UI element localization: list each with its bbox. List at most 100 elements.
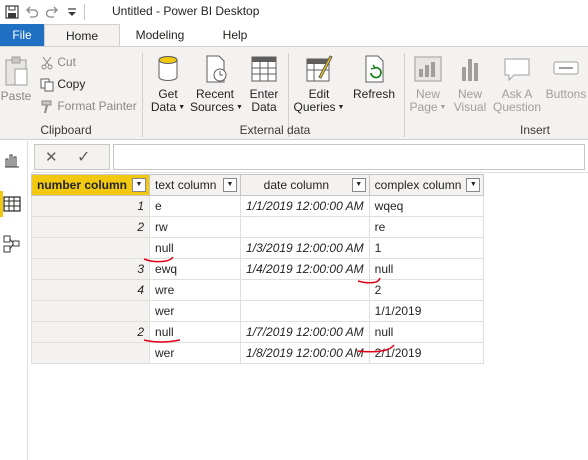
column-header-label: date column bbox=[263, 178, 330, 192]
number-cell[interactable] bbox=[30, 342, 151, 364]
refresh-button[interactable]: Refresh bbox=[350, 53, 398, 101]
title-separator bbox=[84, 4, 85, 20]
group-separator bbox=[142, 53, 143, 137]
model-view-icon[interactable] bbox=[3, 235, 21, 253]
table-row: 3 ewq 1/4/2019 12:00:00 AM null bbox=[30, 258, 485, 280]
clipboard-group-label: Clipboard bbox=[40, 123, 92, 137]
database-icon bbox=[158, 56, 178, 81]
number-cell[interactable]: 1 bbox=[30, 195, 151, 217]
title-bar: Untitled - Power BI Desktop bbox=[0, 0, 588, 24]
number-cell[interactable]: 4 bbox=[30, 279, 151, 301]
annotation-underline bbox=[357, 277, 381, 284]
number-cell[interactable] bbox=[30, 237, 151, 259]
save-icon[interactable] bbox=[4, 4, 20, 20]
column-header-text[interactable]: text column ▼ bbox=[149, 174, 242, 196]
get-data-button[interactable]: Get Data ▼ bbox=[148, 53, 188, 114]
annotation-underline bbox=[357, 344, 395, 353]
redo-icon[interactable] bbox=[44, 4, 60, 20]
chevron-down-icon: ▼ bbox=[439, 104, 447, 112]
column-header-label: text column bbox=[155, 178, 217, 192]
complex-cell[interactable]: 1/1/2019 bbox=[368, 300, 485, 322]
date-cell[interactable]: 1/1/2019 12:00:00 AM bbox=[240, 195, 370, 217]
date-cell[interactable] bbox=[240, 300, 370, 322]
recent-sources-icon bbox=[206, 55, 227, 83]
complex-cell[interactable]: wqeq bbox=[368, 195, 485, 217]
copy-icon bbox=[40, 78, 54, 92]
cut-button[interactable]: Cut bbox=[40, 55, 76, 70]
edit-queries-icon bbox=[306, 55, 333, 82]
recent-sources-label-2: Sources bbox=[190, 100, 235, 114]
undo-icon[interactable] bbox=[24, 4, 40, 20]
text-cell[interactable]: wer bbox=[149, 300, 242, 322]
cancel-formula-button[interactable]: ✕ bbox=[45, 148, 58, 166]
tab-help[interactable]: Help bbox=[200, 24, 270, 46]
data-grid: number column ▼ text column ▼ date colum… bbox=[30, 174, 588, 460]
date-cell[interactable]: 1/4/2019 12:00:00 AM bbox=[240, 258, 370, 280]
date-cell[interactable]: 1/8/2019 12:00:00 AM bbox=[240, 342, 370, 364]
copy-label: Copy bbox=[57, 77, 86, 91]
filter-dropdown-icon[interactable]: ▼ bbox=[223, 178, 238, 192]
annotation-underline bbox=[143, 256, 174, 263]
column-header-number[interactable]: number column ▼ bbox=[30, 174, 151, 196]
column-header-complex[interactable]: complex column ▼ bbox=[368, 174, 485, 196]
format-painter-button[interactable]: Format Painter bbox=[40, 99, 137, 114]
new-page-button[interactable]: New Page ▼ bbox=[408, 53, 448, 114]
table-row: 1 e 1/1/2019 12:00:00 AM wqeq bbox=[30, 195, 485, 217]
buttons-button[interactable]: Buttons bbox=[544, 53, 588, 101]
column-header-label: complex column bbox=[374, 178, 462, 192]
ask-question-label-2: Question bbox=[492, 100, 542, 114]
column-header-date[interactable]: date column ▼ bbox=[240, 174, 370, 196]
edit-queries-button[interactable]: Edit Queries ▼ bbox=[292, 53, 346, 114]
text-cell[interactable]: rw bbox=[149, 216, 242, 238]
formula-input[interactable] bbox=[113, 144, 585, 170]
date-cell[interactable]: 1/7/2019 12:00:00 AM bbox=[240, 321, 370, 343]
ribbon-tabs: File Home Modeling Help bbox=[0, 24, 588, 46]
new-visual-button[interactable]: New Visual bbox=[450, 53, 490, 114]
tab-modeling[interactable]: Modeling bbox=[120, 24, 200, 46]
paste-label: Paste bbox=[0, 89, 32, 103]
report-view-icon[interactable] bbox=[3, 151, 21, 169]
ask-question-button[interactable]: Ask A Question bbox=[492, 53, 542, 114]
refresh-label: Refresh bbox=[352, 87, 396, 101]
format-painter-label: Format Painter bbox=[57, 99, 137, 113]
buttons-label: Buttons bbox=[545, 87, 587, 101]
paste-icon bbox=[5, 56, 28, 86]
external-data-group-label: External data bbox=[239, 123, 311, 137]
number-cell[interactable]: 2 bbox=[30, 321, 151, 343]
number-cell[interactable]: 3 bbox=[30, 258, 151, 280]
enter-data-button[interactable]: Enter Data bbox=[244, 53, 284, 114]
button-shape-icon bbox=[553, 61, 579, 75]
filter-dropdown-icon[interactable]: ▼ bbox=[466, 178, 481, 192]
paste-button[interactable]: Paste bbox=[0, 55, 32, 103]
data-table: number column ▼ text column ▼ date colum… bbox=[30, 174, 485, 364]
table-row: wer 1/1/2019 bbox=[30, 300, 485, 322]
filter-dropdown-icon[interactable]: ▼ bbox=[132, 178, 147, 192]
number-cell[interactable]: 2 bbox=[30, 216, 151, 238]
customize-toolbar-icon[interactable] bbox=[64, 4, 80, 20]
number-cell[interactable] bbox=[30, 300, 151, 322]
view-switcher bbox=[0, 141, 28, 460]
table-row: wer 1/8/2019 12:00:00 AM 2/1/2019 bbox=[30, 342, 485, 364]
data-view-icon[interactable] bbox=[3, 195, 21, 213]
text-cell[interactable]: wre bbox=[149, 279, 242, 301]
ribbon: Paste Cut Copy Format Painter Clipboard … bbox=[0, 46, 588, 140]
table-row: null 1/3/2019 12:00:00 AM 1 bbox=[30, 237, 485, 259]
complex-cell[interactable]: 1 bbox=[368, 237, 485, 259]
commit-formula-button[interactable]: ✓ bbox=[77, 147, 90, 167]
date-cell[interactable]: 1/3/2019 12:00:00 AM bbox=[240, 237, 370, 259]
date-cell[interactable] bbox=[240, 216, 370, 238]
refresh-icon bbox=[365, 55, 384, 83]
chevron-down-icon: ▼ bbox=[178, 104, 186, 112]
table-icon bbox=[251, 56, 277, 82]
tab-home[interactable]: Home bbox=[44, 24, 120, 46]
complex-cell[interactable]: re bbox=[368, 216, 485, 238]
copy-button[interactable]: Copy bbox=[40, 77, 85, 92]
date-cell[interactable] bbox=[240, 279, 370, 301]
text-cell[interactable]: e bbox=[149, 195, 242, 217]
recent-sources-button[interactable]: Recent Sources ▼ bbox=[190, 53, 243, 114]
chevron-down-icon: ▼ bbox=[337, 104, 345, 112]
filter-dropdown-icon[interactable]: ▼ bbox=[351, 178, 366, 192]
brush-icon bbox=[41, 100, 52, 114]
bar-chart-icon bbox=[462, 59, 478, 81]
tab-file[interactable]: File bbox=[0, 24, 44, 46]
